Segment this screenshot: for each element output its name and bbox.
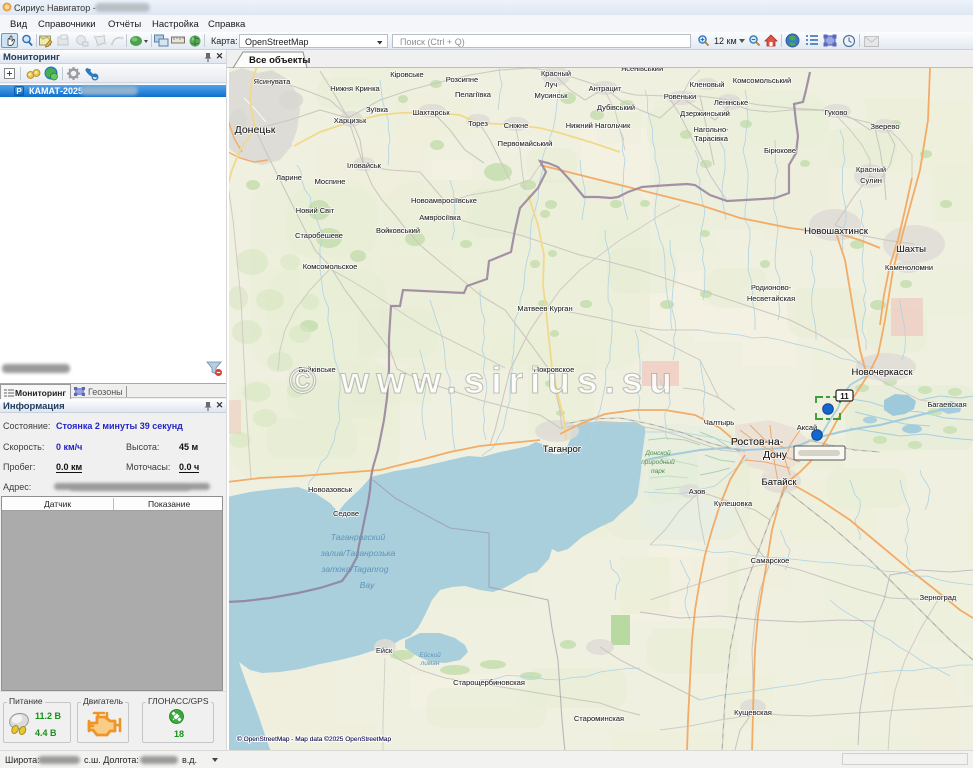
svg-text:Багаевская: Багаевская: [927, 400, 966, 409]
svg-text:парк: парк: [651, 468, 666, 475]
svg-text:Розсипне: Розсипне: [446, 75, 478, 84]
svg-text:Гуково: Гуково: [825, 108, 848, 117]
svg-text:Новий Світ: Новий Світ: [296, 206, 335, 215]
svg-text:Пелагіївка: Пелагіївка: [455, 90, 492, 99]
svg-text:Нагольно-: Нагольно-: [693, 125, 729, 134]
svg-text:Родионово-: Родионово-: [751, 283, 792, 292]
svg-text:Донецьк: Донецьк: [235, 124, 276, 136]
svg-text:Дубівський: Дубівський: [597, 103, 635, 112]
svg-text:лиман: лиман: [420, 660, 440, 667]
svg-text:Кулешовка: Кулешовка: [714, 499, 753, 508]
svg-text:Дзержинський: Дзержинський: [680, 109, 730, 118]
svg-text:Новоамвросіївське: Новоамвросіївське: [411, 196, 477, 205]
svg-text:Іловайськ: Іловайськ: [347, 161, 382, 170]
svg-text:Несветайская: Несветайская: [747, 294, 795, 303]
svg-text:Новочеркасск: Новочеркасск: [852, 367, 914, 378]
svg-text:Амвросіївка: Амвросіївка: [419, 213, 461, 222]
svg-text:Комсомольское: Комсомольское: [303, 262, 358, 271]
svg-text:Зверево: Зверево: [870, 122, 899, 131]
svg-text:Войковський: Войковський: [376, 226, 420, 235]
svg-text:Ларине: Ларине: [276, 173, 302, 182]
svg-text:Bay: Bay: [360, 580, 375, 590]
svg-text:Нижня Кринка: Нижня Кринка: [330, 84, 380, 93]
svg-text:Матвеев Курган: Матвеев Курган: [517, 304, 572, 313]
svg-text:Новошахтинск: Новошахтинск: [804, 226, 869, 237]
svg-text:Шахтарськ: Шахтарськ: [412, 108, 450, 117]
svg-text:Таганрогский: Таганрогский: [331, 532, 386, 542]
svg-text:Моспине: Моспине: [315, 177, 346, 186]
svg-text:Староминская: Староминская: [574, 714, 624, 723]
svg-text:Ростов-на-: Ростов-на-: [731, 436, 784, 448]
svg-text:Старобешеве: Старобешеве: [295, 231, 343, 240]
svg-text:Таганрог: Таганрог: [543, 444, 582, 455]
svg-text:11: 11: [840, 392, 849, 401]
svg-text:© OpenStreetMap - Map data ©20: © OpenStreetMap - Map data ©2025 OpenStr…: [237, 735, 391, 743]
svg-text:Новоазовськ: Новоазовськ: [308, 485, 353, 494]
svg-text:Зуївка: Зуївка: [366, 105, 389, 114]
svg-text:затока/Taganrog: затока/Taganrog: [320, 564, 388, 574]
svg-text:Все объекты: Все объекты: [249, 55, 310, 66]
svg-text:Комсомольський: Комсомольський: [733, 76, 791, 85]
svg-text:Красный: Красный: [541, 69, 571, 78]
svg-text:Чалтырь: Чалтырь: [704, 418, 735, 427]
svg-text:Шахты: Шахты: [896, 244, 926, 255]
svg-text:Ейский: Ейский: [419, 651, 441, 659]
svg-text:Азов: Азов: [689, 487, 706, 496]
svg-text:Антрацит: Антрацит: [589, 84, 622, 93]
svg-text:Торез: Торез: [468, 119, 488, 128]
svg-text:Кіровське: Кіровське: [390, 70, 423, 79]
svg-text:Луч: Луч: [545, 80, 558, 89]
svg-text:Нижний Нагольчик: Нижний Нагольчик: [566, 121, 631, 130]
svg-text:залив/Таганрозька: залив/Таганрозька: [320, 548, 396, 558]
svg-text:Кленовый: Кленовый: [690, 80, 725, 89]
svg-text:Красный: Красный: [856, 165, 886, 174]
svg-text:Донской: Донской: [644, 449, 671, 457]
svg-text:Кущевская: Кущевская: [734, 708, 772, 717]
svg-text:Ленінське: Ленінське: [714, 98, 748, 107]
svg-text:Зерноград: Зерноград: [920, 593, 957, 602]
svg-text:Бірюкове: Бірюкове: [764, 146, 796, 155]
svg-text:Самарское: Самарское: [751, 556, 790, 565]
svg-text:Батайск: Батайск: [761, 477, 797, 488]
svg-text:Ровеньки: Ровеньки: [664, 92, 696, 101]
svg-text:Ясинувата: Ясинувата: [254, 77, 292, 86]
svg-text:Каменоломни: Каменоломни: [885, 263, 933, 272]
svg-text:Дону: Дону: [763, 449, 788, 461]
svg-text:Мусинськ: Мусинськ: [534, 91, 568, 100]
svg-text:Сніжне: Сніжне: [504, 121, 529, 130]
svg-text:Тарасівка: Тарасівка: [694, 134, 729, 143]
svg-text:Старощербиновская: Старощербиновская: [453, 678, 525, 687]
svg-text:Ясенівський: Ясенівський: [621, 68, 663, 73]
svg-text:Ейск: Ейск: [376, 646, 393, 655]
svg-text:Сулин: Сулин: [860, 176, 882, 185]
svg-text:природный: природный: [641, 458, 675, 466]
svg-text:Харцизьк: Харцизьк: [334, 116, 367, 125]
svg-text:Первомайський: Первомайський: [498, 139, 553, 148]
svg-text:Седове: Седове: [333, 509, 359, 518]
